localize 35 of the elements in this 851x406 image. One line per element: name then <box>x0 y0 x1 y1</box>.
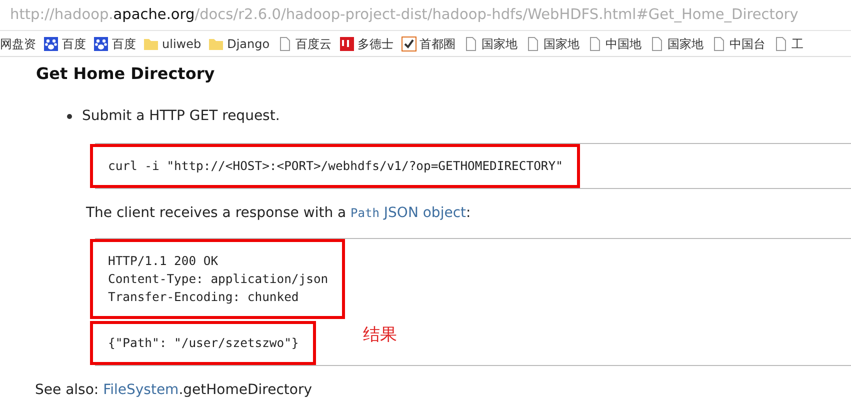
bookmark-link[interactable]: 国家地 <box>482 34 518 52</box>
bookmark-link[interactable]: 多德士 <box>358 34 394 52</box>
bookmark-link[interactable]: 国家地 <box>544 34 580 52</box>
bullet-text: Submit a HTTP GET request. <box>82 107 280 126</box>
annotation-text: 结果 <box>363 324 397 347</box>
bookmark-link[interactable]: 百度 <box>112 34 136 52</box>
url-domain: apache.org <box>113 7 195 23</box>
paw-icon <box>93 36 109 52</box>
bookmark-link[interactable]: 百度 <box>62 34 86 52</box>
bookmark-link[interactable]: uliweb <box>162 34 202 52</box>
code-line: curl -i "http://<HOST>:<PORT>/webhdfs/v1/?op=GETHOMEDIRECTORY" <box>108 158 563 175</box>
bookmark-icon <box>400 36 417 52</box>
bookmark-link[interactable]: 百度云 <box>296 34 332 52</box>
bullet-dot <box>67 114 72 119</box>
code-line: Content-Type: application/json <box>108 271 328 288</box>
address-bar[interactable]: http://hadoop.apache.org/docs/r2.6.0/hadoop-project-dist/hadoop-hdfs/WebHDFS.html#Get_Home_Directory <box>0 0 851 31</box>
url-text: /docs/r2.6.0/hadoop-project-dist/hadoop-hdfs/WebHDFS.html#Get_Home_Directory <box>194 7 798 23</box>
bookmark-link[interactable]: 中国地 <box>606 34 642 52</box>
bookmark-link[interactable]: 首都圈 <box>420 34 456 52</box>
filesystem-link[interactable]: FileSystem <box>103 382 179 398</box>
bookmark-link[interactable]: 网盘资 <box>0 34 36 52</box>
code-link[interactable]: Path <box>350 206 380 220</box>
url-text: http://hadoop. <box>10 7 114 23</box>
bookmark-link[interactable]: 国家地 <box>668 34 704 52</box>
code-line: Transfer-Encoding: chunked <box>108 289 300 306</box>
bookmark-link[interactable]: Django <box>227 34 270 52</box>
code-line: {"Path": "/user/szetszwo"} <box>108 335 299 352</box>
section-heading: Get Home Directory <box>36 63 216 85</box>
json-link[interactable]: JSON object <box>384 205 466 221</box>
paw-icon <box>43 36 59 52</box>
bookmark-link[interactable]: 中国台 <box>730 34 766 52</box>
see-also-text: See also: FileSystem.getHomeDirectory <box>35 381 314 400</box>
body-text: The client receives a response with a Path JSON object: <box>86 204 472 223</box>
bookmark-link[interactable]: 工 <box>792 34 804 52</box>
code-line: HTTP/1.1 200 OK <box>108 253 220 270</box>
